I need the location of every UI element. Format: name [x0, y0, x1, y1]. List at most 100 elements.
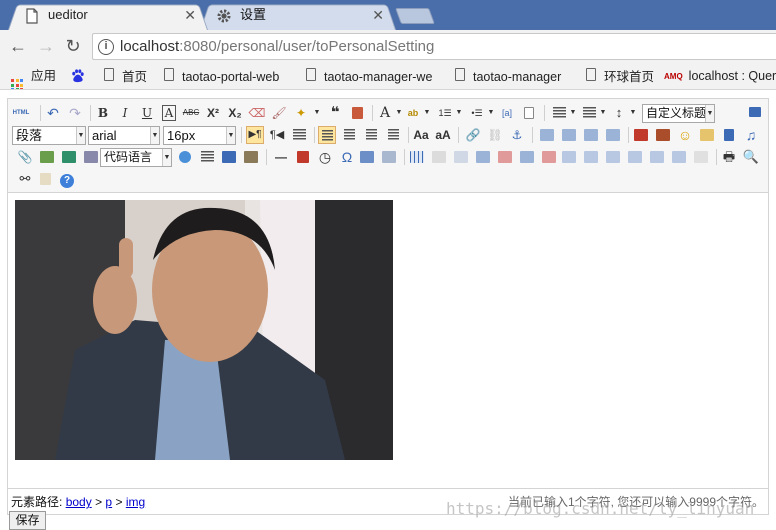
- back-icon[interactable]: ←: [8, 36, 28, 56]
- bold-icon[interactable]: B: [94, 104, 112, 122]
- url-input[interactable]: i localhost:8080/personal/user/toPersona…: [92, 33, 776, 60]
- underline-icon[interactable]: U: [138, 104, 156, 122]
- font-border-icon[interactable]: A: [160, 104, 178, 122]
- italic-icon[interactable]: I: [116, 104, 134, 122]
- insert-video-icon[interactable]: [720, 126, 738, 144]
- anchor-icon[interactable]: ⚓: [508, 126, 526, 144]
- paragraph-select[interactable]: 段落 ▼: [12, 126, 86, 145]
- save-button[interactable]: 保存: [9, 511, 46, 530]
- subscript-icon[interactable]: X₂: [226, 104, 244, 122]
- bookmark-taotao-portal-web[interactable]: taotao-portal-web: [164, 68, 279, 85]
- image-left-icon[interactable]: [560, 126, 578, 144]
- map-icon[interactable]: [38, 148, 56, 166]
- merge-cells-icon[interactable]: [560, 148, 578, 166]
- path-link-p[interactable]: p: [105, 495, 112, 509]
- search-replace-icon[interactable]: ⚯: [16, 170, 34, 188]
- undo-icon[interactable]: ↶: [44, 104, 62, 122]
- attachment-icon[interactable]: 📎: [16, 148, 34, 166]
- reload-icon[interactable]: ↻: [63, 36, 83, 56]
- close-icon[interactable]: ✕: [372, 2, 384, 28]
- music-icon[interactable]: ♫: [742, 126, 760, 144]
- print-icon[interactable]: 🖶: [720, 148, 738, 166]
- delete-row-icon[interactable]: [496, 148, 514, 166]
- info-icon[interactable]: i: [98, 39, 114, 55]
- date-icon[interactable]: [294, 148, 312, 166]
- new-tab-button[interactable]: [395, 8, 435, 24]
- direction-rtl-icon[interactable]: ¶◀: [268, 126, 286, 144]
- lowercase-icon[interactable]: aA: [434, 126, 452, 144]
- snapscreen-icon[interactable]: [358, 148, 376, 166]
- path-link-body[interactable]: body: [66, 495, 92, 509]
- direction-ltr-icon[interactable]: ▶¶: [246, 126, 264, 144]
- bookmark-taotao-manager[interactable]: taotao-manager: [455, 68, 561, 85]
- inserted-image[interactable]: [15, 200, 393, 460]
- chevron-down-icon[interactable]: ▼: [450, 104, 468, 122]
- delete-table-icon[interactable]: [430, 148, 448, 166]
- bookmark-home[interactable]: 首页: [104, 68, 147, 85]
- background-icon[interactable]: [242, 148, 260, 166]
- bookmark-taotao-manager-web[interactable]: taotao-manager-we: [306, 68, 439, 85]
- preview-icon[interactable]: 🔍: [742, 148, 760, 166]
- scrawl-icon[interactable]: [698, 126, 716, 144]
- eraser-icon[interactable]: ⌫: [248, 104, 266, 122]
- chart-icon[interactable]: [692, 148, 710, 166]
- fullscreen-icon[interactable]: [746, 104, 764, 122]
- bookmark-baidu[interactable]: [70, 68, 85, 85]
- custom-title-select[interactable]: 自定义标题 ▼: [642, 104, 715, 123]
- insert-column-icon[interactable]: [518, 148, 536, 166]
- chevron-down-icon[interactable]: ▼: [418, 104, 436, 122]
- insert-paragraph-before-table-icon[interactable]: [452, 148, 470, 166]
- image-center-icon[interactable]: [604, 126, 622, 144]
- gmap-icon[interactable]: [60, 148, 78, 166]
- uppercase-icon[interactable]: Aa: [412, 126, 430, 144]
- path-link-img[interactable]: img: [126, 495, 145, 509]
- redo-icon[interactable]: ↷: [66, 104, 84, 122]
- split-to-cols-icon[interactable]: [670, 148, 688, 166]
- split-to-rows-icon[interactable]: [648, 148, 666, 166]
- web-app-icon[interactable]: [176, 148, 194, 166]
- bookmark-apps[interactable]: 应用: [11, 68, 56, 89]
- clear-doc-icon[interactable]: [520, 104, 538, 122]
- link-icon[interactable]: 🔗: [464, 126, 482, 144]
- code-language-select[interactable]: 代码语言 ▼: [100, 148, 172, 167]
- drafts-icon[interactable]: [36, 170, 54, 188]
- chevron-down-icon[interactable]: ▼: [308, 104, 326, 122]
- font-family-select[interactable]: arial ▼: [88, 126, 160, 145]
- simple-upload-icon[interactable]: [632, 126, 650, 144]
- delete-column-icon[interactable]: [540, 148, 558, 166]
- blockquote-icon[interactable]: ❝: [326, 104, 344, 122]
- merge-down-icon[interactable]: [604, 148, 622, 166]
- close-icon[interactable]: ✕: [184, 2, 196, 28]
- align-justify-icon[interactable]: [384, 126, 402, 144]
- editor-content-area[interactable]: [8, 194, 768, 488]
- strikethrough-icon[interactable]: ABC: [182, 104, 200, 122]
- superscript-icon[interactable]: X²: [204, 104, 222, 122]
- image-right-icon[interactable]: [582, 126, 600, 144]
- special-chars-icon[interactable]: Ω: [338, 148, 356, 166]
- align-center-icon[interactable]: [340, 126, 358, 144]
- forward-icon[interactable]: →: [36, 36, 56, 56]
- merge-right-icon[interactable]: [582, 148, 600, 166]
- help-icon[interactable]: ?: [58, 170, 76, 188]
- tab-ueditor[interactable]: ueditor ✕: [8, 2, 208, 30]
- insert-table-icon[interactable]: [408, 148, 426, 166]
- unlink-icon[interactable]: ⛓: [486, 126, 504, 144]
- horizontal-rule-icon[interactable]: —: [272, 148, 290, 166]
- tab-settings[interactable]: 设置 ✕: [200, 2, 396, 30]
- paste-plain-icon[interactable]: [348, 104, 366, 122]
- time-icon[interactable]: ◷: [316, 148, 334, 166]
- bookmark-localhost-queue[interactable]: AMQ localhost : Quer: [664, 68, 776, 85]
- format-brush-icon[interactable]: 🖌: [270, 104, 288, 122]
- emotion-icon[interactable]: ☺: [676, 126, 694, 144]
- indent-icon[interactable]: [290, 126, 308, 144]
- select-all-icon[interactable]: [a]: [498, 104, 516, 122]
- html-source-button[interactable]: HTML: [12, 104, 30, 122]
- chevron-down-icon[interactable]: ▼: [624, 104, 642, 122]
- insert-row-icon[interactable]: [474, 148, 492, 166]
- align-left-icon[interactable]: [318, 126, 336, 144]
- bookmark-global-home[interactable]: 环球首页: [586, 68, 654, 85]
- template-icon[interactable]: [220, 148, 238, 166]
- align-right-icon[interactable]: [362, 126, 380, 144]
- insert-image-icon[interactable]: [654, 126, 672, 144]
- insert-frame-icon[interactable]: [82, 148, 100, 166]
